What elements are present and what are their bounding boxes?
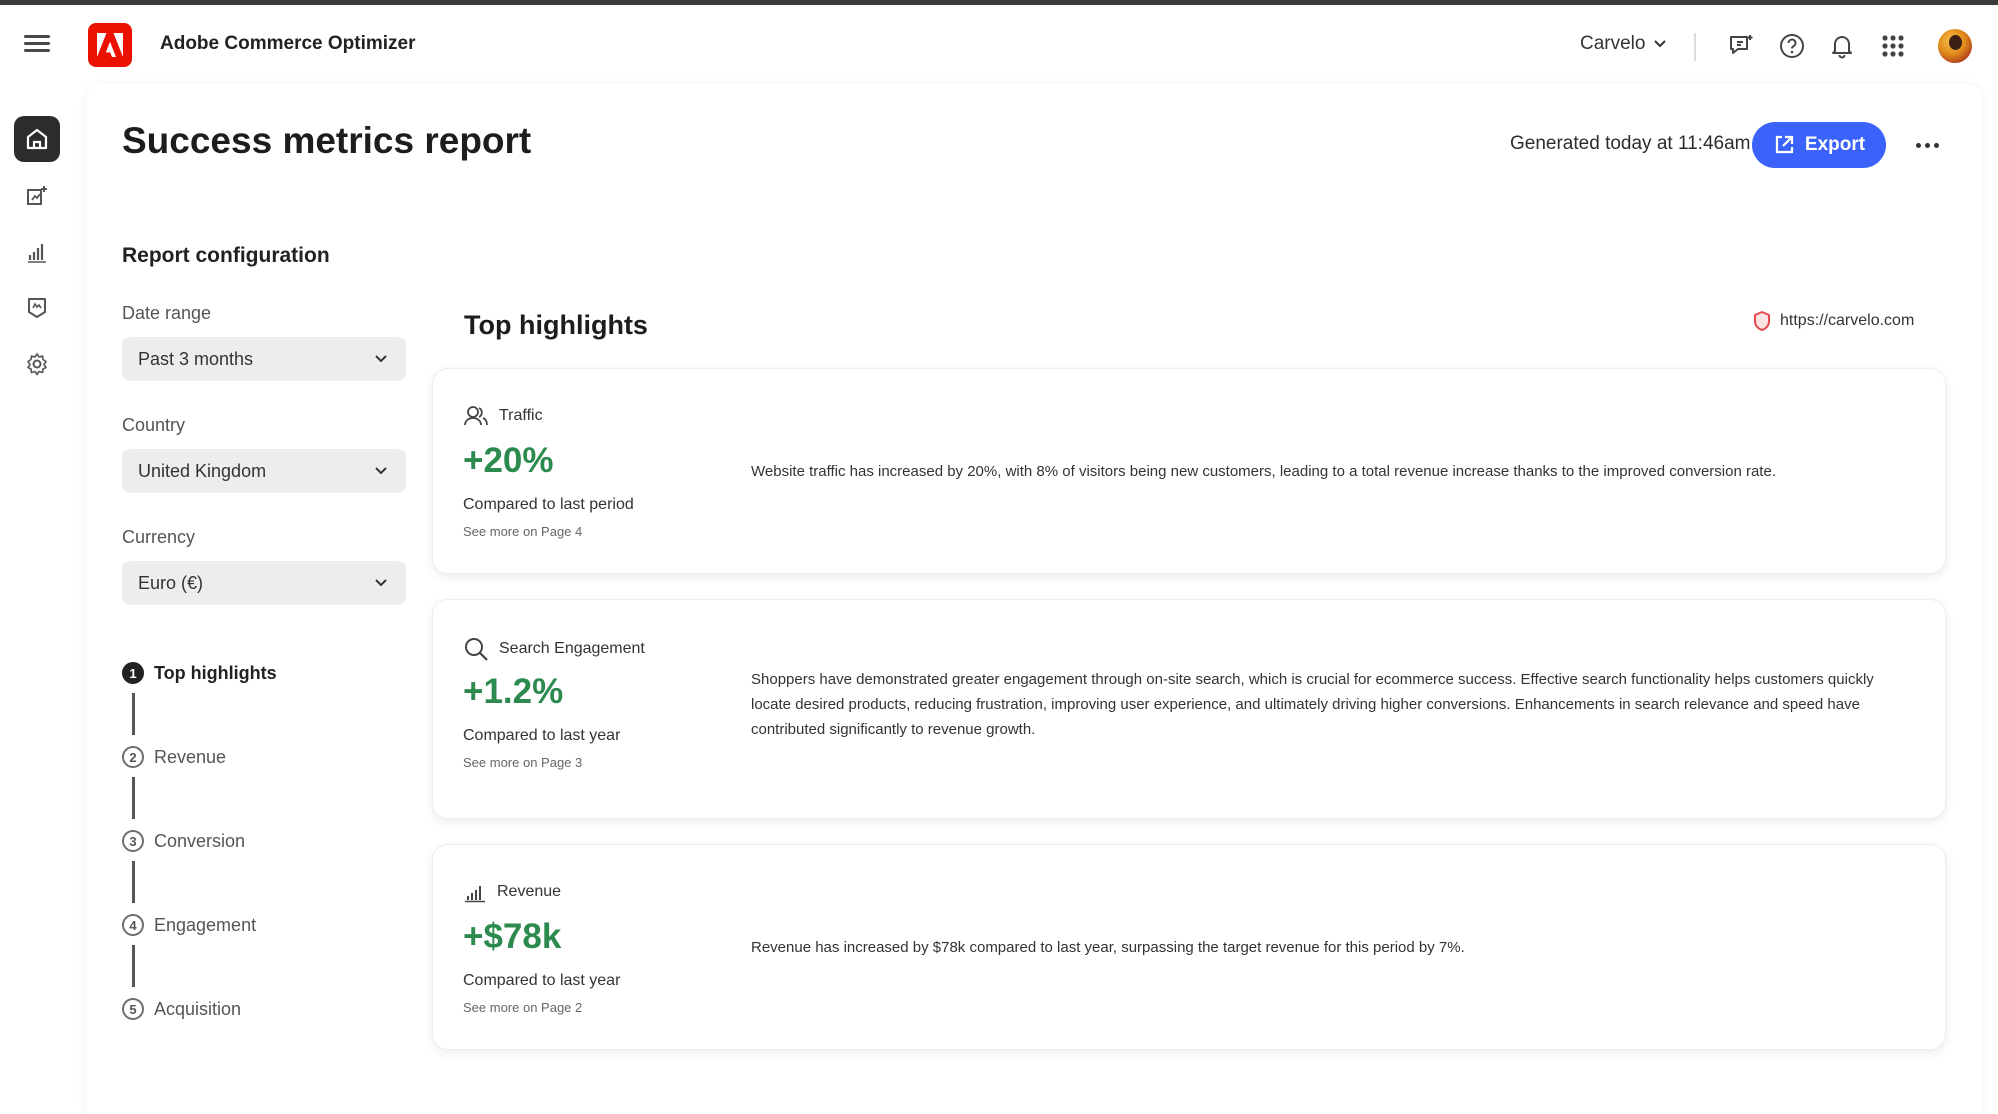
card-header: Search Engagement bbox=[463, 636, 645, 662]
step-acquisition[interactable]: 5 Acquisition bbox=[122, 998, 241, 1020]
user-avatar[interactable] bbox=[1938, 29, 1972, 63]
step-connector bbox=[132, 861, 135, 903]
currency-label: Currency bbox=[122, 527, 196, 547]
rail-settings-gear-icon[interactable] bbox=[14, 341, 60, 387]
menu-icon[interactable] bbox=[24, 31, 50, 53]
card-header: Revenue bbox=[463, 881, 561, 903]
currency-picker[interactable]: Euro (€) bbox=[122, 561, 406, 605]
search-icon bbox=[465, 638, 488, 661]
chevron-down-icon bbox=[1654, 40, 1667, 48]
comparison-text: Compared to last year bbox=[463, 972, 621, 989]
rail-home-icon[interactable] bbox=[14, 116, 60, 162]
more-options-icon[interactable] bbox=[1912, 132, 1942, 158]
step-number: 1 bbox=[122, 662, 144, 684]
step-label: Revenue bbox=[154, 746, 227, 767]
card-header: Traffic bbox=[463, 405, 543, 427]
highlight-card-revenue: Revenue +$78k Compared to last year See … bbox=[432, 844, 1946, 1050]
page-title: Success metrics report bbox=[122, 120, 532, 161]
card-label: Revenue bbox=[497, 883, 562, 900]
org-name: Carvelo bbox=[1580, 33, 1646, 54]
step-number: 4 bbox=[122, 914, 144, 936]
see-more-link[interactable]: See more on Page 2 bbox=[463, 1000, 582, 1015]
export-label: Export bbox=[1804, 134, 1866, 155]
highlight-card-traffic: Traffic +20% Compared to last period See… bbox=[432, 368, 1946, 574]
step-connector bbox=[132, 777, 135, 819]
chevron-down-icon bbox=[375, 467, 387, 475]
site-url-link[interactable]: https://carvelo.com bbox=[1752, 310, 1914, 332]
currency-value: Euro (€) bbox=[138, 572, 204, 593]
bar-chart-icon bbox=[465, 886, 485, 903]
config-title: Report configuration bbox=[122, 244, 330, 267]
help-icon[interactable] bbox=[1777, 31, 1807, 61]
date-range-value: Past 3 months bbox=[138, 348, 254, 369]
date-range-picker[interactable]: Past 3 months bbox=[122, 337, 406, 381]
metric-value: +20% bbox=[463, 441, 554, 480]
export-button[interactable]: Export bbox=[1752, 122, 1886, 168]
step-conversion[interactable]: 3 Conversion bbox=[122, 830, 245, 852]
country-value: United Kingdom bbox=[138, 460, 267, 481]
notifications-bell-icon[interactable] bbox=[1827, 31, 1857, 61]
step-engagement[interactable]: 4 Engagement bbox=[122, 914, 256, 936]
card-label: Traffic bbox=[499, 407, 543, 424]
chevron-down-icon bbox=[375, 579, 387, 587]
card-description: Website traffic has increased by 20%, wi… bbox=[751, 463, 1776, 480]
step-top-highlights[interactable]: 1 Top highlights bbox=[122, 662, 277, 684]
app-title: Adobe Commerce Optimizer bbox=[160, 33, 416, 54]
step-number: 2 bbox=[122, 746, 144, 768]
app-header: Adobe Commerce Optimizer Carvelo bbox=[0, 5, 1998, 83]
step-label: Engagement bbox=[154, 914, 257, 935]
step-revenue[interactable]: 2 Revenue bbox=[122, 746, 226, 768]
date-range-label: Date range bbox=[122, 303, 212, 323]
highlight-card-search-engagement: Search Engagement +1.2% Compared to last… bbox=[432, 599, 1946, 819]
see-more-link[interactable]: See more on Page 4 bbox=[463, 524, 582, 539]
users-icon bbox=[464, 406, 488, 426]
step-connector bbox=[132, 945, 135, 987]
rail-insights-icon[interactable] bbox=[14, 173, 60, 219]
step-label: Conversion bbox=[154, 830, 246, 851]
country-label: Country bbox=[122, 415, 186, 435]
card-label: Search Engagement bbox=[499, 640, 645, 657]
rail-catalog-icon[interactable] bbox=[14, 285, 60, 331]
generated-timestamp: Generated today at 11:46am bbox=[1510, 133, 1751, 154]
org-picker[interactable]: Carvelo bbox=[1580, 33, 1667, 55]
card-description: Revenue has increased by $78k compared t… bbox=[751, 939, 1465, 956]
card-description: Shoppers have demonstrated greater engag… bbox=[751, 671, 1874, 738]
feedback-icon[interactable] bbox=[1726, 31, 1756, 61]
external-link-icon bbox=[1775, 135, 1794, 154]
shield-icon bbox=[1754, 311, 1770, 331]
metric-value: +$78k bbox=[463, 917, 562, 956]
step-number: 5 bbox=[122, 998, 144, 1020]
see-more-link[interactable]: See more on Page 3 bbox=[463, 755, 582, 770]
header-divider bbox=[1694, 33, 1696, 61]
app-switcher-grid-icon[interactable] bbox=[1878, 31, 1908, 61]
rail-analytics-icon[interactable] bbox=[14, 229, 60, 275]
site-url: https://carvelo.com bbox=[1780, 312, 1915, 329]
chevron-down-icon bbox=[375, 355, 387, 363]
step-number: 3 bbox=[122, 830, 144, 852]
country-picker[interactable]: United Kingdom bbox=[122, 449, 406, 493]
comparison-text: Compared to last period bbox=[463, 496, 634, 513]
comparison-text: Compared to last year bbox=[463, 727, 621, 744]
adobe-logo-icon[interactable] bbox=[88, 23, 132, 67]
step-connector bbox=[132, 693, 135, 735]
step-label: Acquisition bbox=[154, 998, 242, 1019]
step-label: Top highlights bbox=[154, 662, 277, 683]
highlights-title: Top highlights bbox=[464, 310, 648, 340]
metric-value: +1.2% bbox=[463, 672, 564, 711]
